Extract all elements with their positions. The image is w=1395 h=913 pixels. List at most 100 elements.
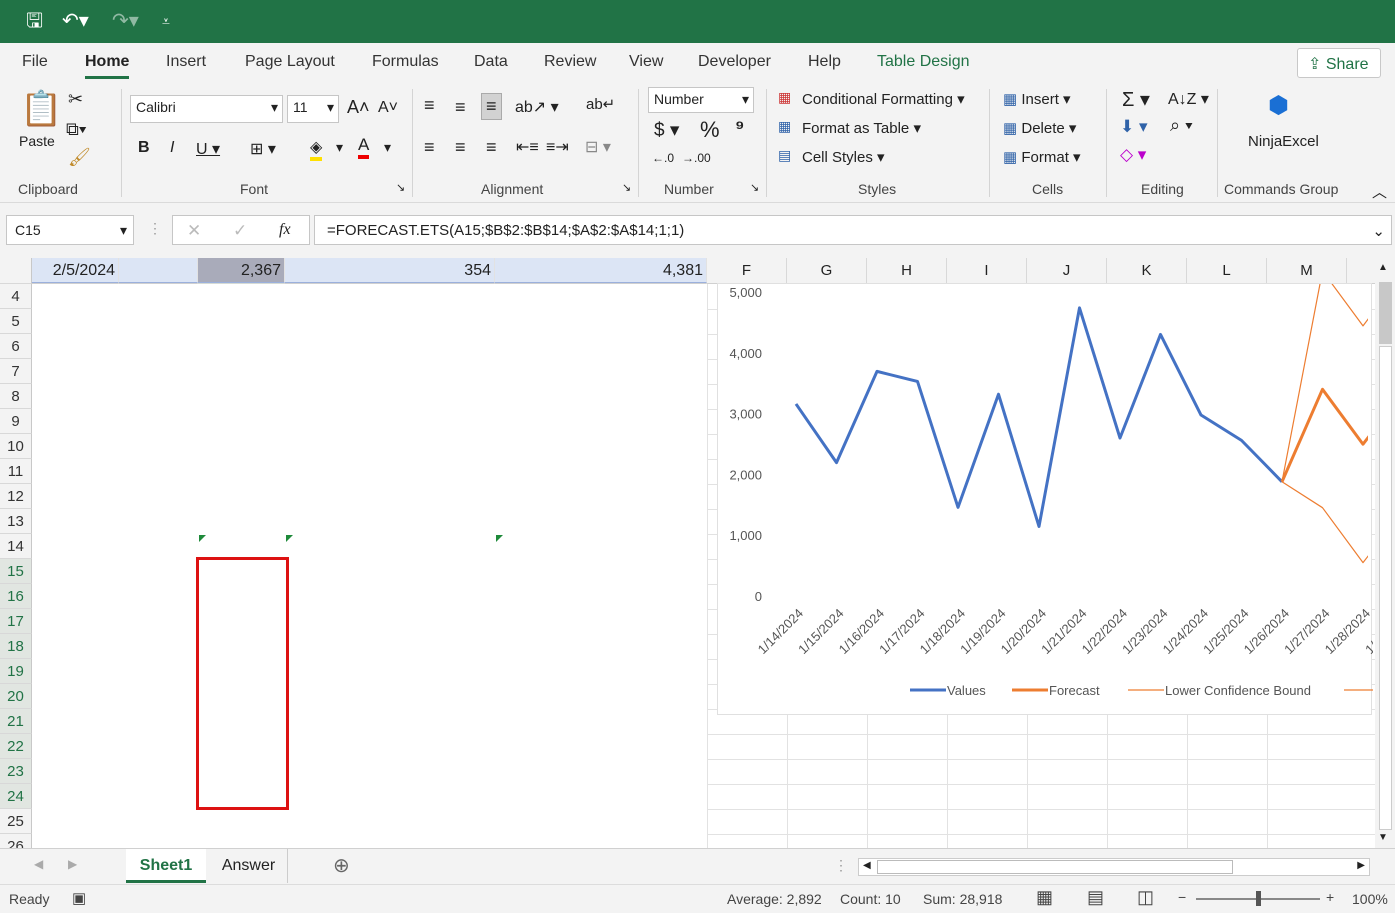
tab-formulas[interactable]: Formulas <box>372 53 439 71</box>
format-as-table-button[interactable]: Format as Table ▾ <box>802 119 921 137</box>
column-header[interactable]: J <box>1027 258 1107 284</box>
scroll-thumb[interactable] <box>877 860 1233 874</box>
error-indicator-icon[interactable] <box>496 535 503 542</box>
chevron-down-icon[interactable]: ▾ <box>384 139 391 156</box>
row-header[interactable]: 13 <box>0 509 32 534</box>
page-break-view-icon[interactable]: ◫ <box>1137 887 1154 908</box>
borders-icon[interactable]: ⊞ ▾ <box>250 139 276 159</box>
zoom-thumb[interactable] <box>1256 891 1261 906</box>
cut-icon[interactable]: ✂ <box>68 89 83 110</box>
table-cell[interactable]: 2,367 <box>198 258 285 283</box>
paste-icon[interactable]: 📋 <box>20 89 62 129</box>
merge-center-icon[interactable]: ⊟ ▾ <box>585 137 611 157</box>
row-header[interactable]: 16 <box>0 584 32 609</box>
scroll-down-icon[interactable]: ▼ <box>1378 832 1388 843</box>
align-bottom-icon[interactable]: ≡ <box>481 93 502 120</box>
row-header[interactable]: 21 <box>0 709 32 734</box>
copy-icon[interactable]: ⧉▾ <box>66 119 86 140</box>
page-layout-view-icon[interactable]: ▤ <box>1087 887 1104 908</box>
align-left-icon[interactable]: ≡ <box>424 137 435 158</box>
align-middle-icon[interactable]: ≡ <box>455 97 466 118</box>
fill-icon[interactable]: ⬇ ▾ <box>1120 117 1148 137</box>
scroll-left-icon[interactable]: ◀ <box>863 860 871 871</box>
error-indicator-icon[interactable] <box>286 535 293 542</box>
table-cell[interactable]: 354 <box>285 258 495 283</box>
paste-button[interactable]: Paste <box>19 133 55 149</box>
wrap-text-icon[interactable]: ab↵ <box>586 95 615 113</box>
column-header[interactable]: K <box>1107 258 1187 284</box>
customize-qat-icon[interactable]: ⩡ <box>162 9 170 33</box>
forecast-chart[interactable]: 5,000 4,000 3,000 2,000 1,000 0 1/14/2024 1/15/… <box>717 283 1395 715</box>
comma-style-icon[interactable]: ⁹ <box>735 117 745 140</box>
row-header[interactable]: 7 <box>0 359 32 384</box>
tab-answer[interactable]: Answer <box>210 849 288 883</box>
decrease-font-icon[interactable]: A˅ <box>378 99 398 117</box>
save-icon[interactable]: 🖫 <box>26 9 43 33</box>
redo-icon[interactable]: ↷▾ <box>112 9 139 33</box>
tab-insert[interactable]: Insert <box>166 53 206 71</box>
font-color-icon[interactable]: A <box>358 135 370 159</box>
accessibility-icon[interactable]: ▣ <box>72 889 86 907</box>
tab-page-layout[interactable]: Page Layout <box>245 53 335 71</box>
autosum-icon[interactable]: Σ ▾ <box>1122 87 1150 112</box>
row-header[interactable]: 11 <box>0 459 32 484</box>
row-header[interactable]: 12 <box>0 484 32 509</box>
column-header[interactable]: G <box>787 258 867 284</box>
column-header[interactable]: M <box>1267 258 1347 284</box>
select-all-corner[interactable] <box>0 258 32 284</box>
row-header[interactable]: 17 <box>0 609 32 634</box>
row-header[interactable]: 18 <box>0 634 32 659</box>
format-cells-button[interactable]: ▦ Format ▾ <box>1003 148 1081 166</box>
scroll-track[interactable] <box>1379 346 1392 830</box>
table-cell[interactable]: 4,381 <box>495 258 707 283</box>
scroll-right-icon[interactable]: ▶ <box>1357 860 1365 871</box>
column-header[interactable]: H <box>867 258 947 284</box>
tab-home[interactable]: Home <box>85 53 130 79</box>
row-header[interactable]: 6 <box>0 334 32 359</box>
table-cell[interactable]: 2/5/2024 <box>32 258 119 283</box>
fill-color-icon[interactable]: ◈ <box>310 137 323 161</box>
row-header[interactable]: 20 <box>0 684 32 709</box>
ninjaexcel-icon[interactable]: ⬢ <box>1268 91 1289 120</box>
tab-view[interactable]: View <box>629 53 663 71</box>
collapse-ribbon-icon[interactable]: ︿ <box>1372 181 1387 202</box>
zoom-out-icon[interactable]: − <box>1178 889 1186 905</box>
table-cell[interactable] <box>119 258 198 283</box>
row-header[interactable]: 25 <box>0 809 32 834</box>
enter-icon[interactable]: ✓ <box>233 221 247 241</box>
row-header[interactable]: 14 <box>0 534 32 559</box>
column-header[interactable]: I <box>947 258 1027 284</box>
conditional-formatting-button[interactable]: Conditional Formatting ▾ <box>802 90 965 108</box>
insert-cells-button[interactable]: ▦ Insert ▾ <box>1003 90 1071 108</box>
share-button[interactable]: ⇪ Share <box>1297 48 1381 78</box>
align-right-icon[interactable]: ≡ <box>486 137 497 158</box>
row-header[interactable]: 23 <box>0 759 32 784</box>
increase-decimal-icon[interactable]: ←.0 <box>652 151 674 165</box>
tab-developer[interactable]: Developer <box>698 53 771 71</box>
align-top-icon[interactable]: ≡ <box>424 95 435 116</box>
row-header[interactable]: 10 <box>0 434 32 459</box>
tab-table-design[interactable]: Table Design <box>877 53 970 71</box>
dialog-launcher-icon[interactable]: ↘ <box>396 181 405 194</box>
row-header[interactable]: 26 <box>0 834 32 848</box>
italic-button[interactable]: I <box>170 139 174 157</box>
currency-icon[interactable]: $ ▾ <box>654 119 679 142</box>
sort-filter-icon[interactable]: A↓Z ▾ <box>1168 89 1209 109</box>
horizontal-scrollbar[interactable]: ◀ ▶ <box>858 858 1370 876</box>
column-header[interactable]: L <box>1187 258 1267 284</box>
underline-button[interactable]: U ▾ <box>196 139 220 159</box>
row-header[interactable]: 19 <box>0 659 32 684</box>
tab-sheet1[interactable]: Sheet1 <box>126 849 206 883</box>
dialog-launcher-icon[interactable]: ↘ <box>750 181 759 194</box>
increase-font-icon[interactable]: A˄ <box>347 97 370 118</box>
row-header[interactable]: 22 <box>0 734 32 759</box>
clear-icon[interactable]: ◇ ▾ <box>1120 145 1146 165</box>
tab-file[interactable]: File <box>22 53 48 71</box>
row-header[interactable]: 24 <box>0 784 32 809</box>
number-format-select[interactable]: Number ▾ <box>648 87 754 113</box>
vertical-scrollbar[interactable]: ▲ ▼ <box>1375 258 1395 848</box>
row-header[interactable]: 8 <box>0 384 32 409</box>
undo-icon[interactable]: ↶▾ <box>62 9 89 33</box>
find-select-icon[interactable]: ⌕ ▾ <box>1170 115 1193 136</box>
ninjaexcel-button[interactable]: NinjaExcel <box>1248 133 1319 150</box>
